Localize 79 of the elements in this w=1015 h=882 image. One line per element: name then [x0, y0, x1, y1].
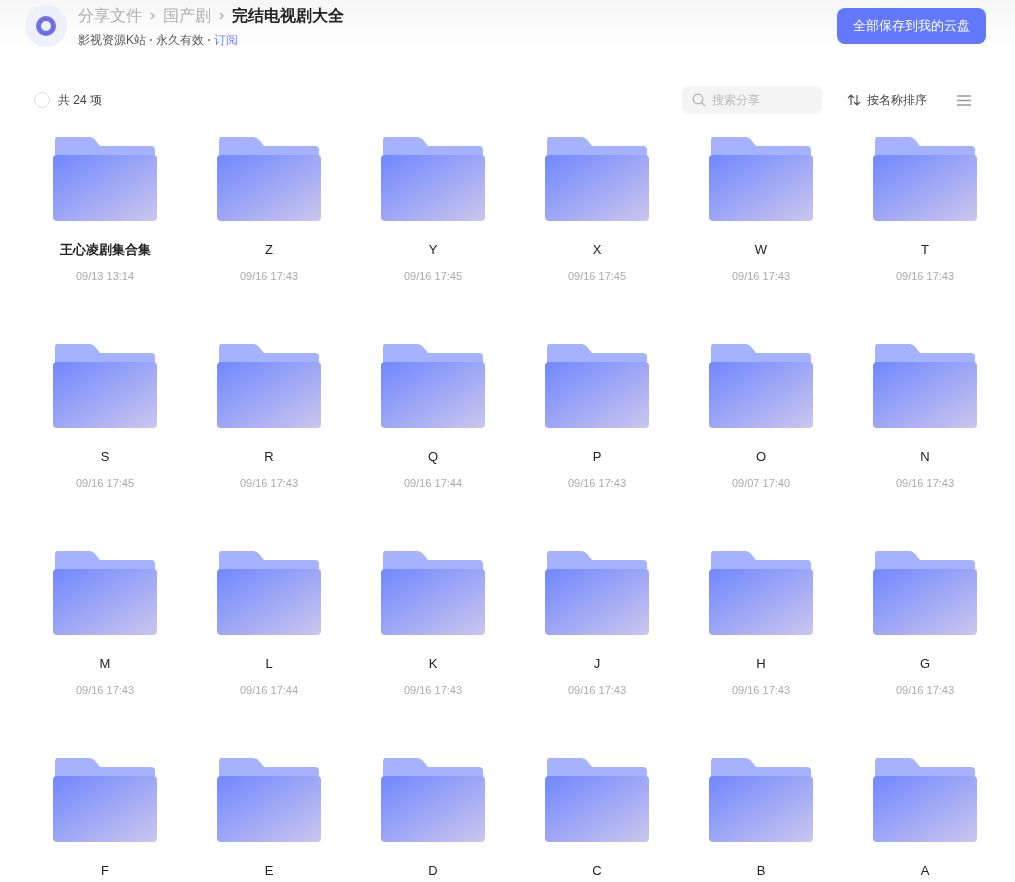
folder-date: 09/13 13:14: [75, 268, 135, 284]
menu-icon[interactable]: [957, 94, 971, 106]
folder-icon: [709, 551, 813, 636]
folder-date: 09/16 17:43: [567, 682, 627, 698]
folder-name[interactable]: X: [592, 240, 602, 260]
folder-date: 09/16 17:43: [895, 268, 955, 284]
search-icon: [692, 93, 706, 107]
folder-name[interactable]: L: [265, 654, 273, 674]
chevron-icon: [150, 11, 155, 20]
folder-date: 09/16 17:43: [895, 475, 955, 491]
folder-name[interactable]: B: [756, 861, 766, 881]
folder-icon: [873, 344, 977, 429]
chevron-icon: [219, 11, 224, 20]
folder-date: 09/16 17:43: [75, 682, 135, 698]
folder-date: 09/16 17:43: [895, 682, 955, 698]
folder-name[interactable]: N: [920, 447, 930, 467]
folder-name[interactable]: W: [754, 240, 768, 260]
folder-name[interactable]: F: [101, 861, 109, 881]
folder-date: 09/16 17:43: [403, 682, 463, 698]
folder-name[interactable]: O: [755, 447, 767, 467]
folder-icon: [709, 344, 813, 429]
folder-name[interactable]: C: [592, 861, 602, 881]
folder-icon: [381, 137, 485, 222]
save-all-button[interactable]: 全部保存到我的云盘: [837, 8, 986, 44]
folder-name[interactable]: K: [428, 654, 438, 674]
folder-name[interactable]: T: [921, 240, 929, 260]
folder-icon: [873, 137, 977, 222]
folder-icon: [53, 137, 157, 222]
folder-name[interactable]: G: [919, 654, 931, 674]
folder-name[interactable]: E: [264, 861, 274, 881]
folder-icon: [381, 551, 485, 636]
folder-name[interactable]: Z: [265, 240, 273, 260]
folder-name[interactable]: J: [593, 654, 601, 674]
folder-icon: [217, 344, 321, 429]
folder-date: 09/16 17:45: [75, 475, 135, 491]
folder-date: 09/16 17:45: [567, 268, 627, 284]
folder-icon: [53, 758, 157, 843]
validity-text: 永久有效: [156, 31, 204, 49]
sort-button[interactable]: 按名称排序: [847, 91, 927, 109]
breadcrumb-item: 完结电视剧大全: [232, 5, 344, 26]
folder-icon: [873, 758, 977, 843]
folder-name[interactable]: P: [592, 447, 602, 467]
item-count: 共 24 项: [58, 92, 102, 109]
folder-icon: [217, 551, 321, 636]
folder-name[interactable]: 王心凌剧集合集: [59, 240, 151, 260]
folder-icon: [545, 758, 649, 843]
folder-icon: [709, 137, 813, 222]
folder-date: 09/16 17:43: [731, 268, 791, 284]
folder-date: 09/16 17:44: [403, 475, 463, 491]
folder-icon: [709, 758, 813, 843]
folder-icon: [545, 137, 649, 222]
folder-name[interactable]: S: [100, 447, 110, 467]
folder-date: 09/16 17:43: [567, 475, 627, 491]
folder-icon: [873, 551, 977, 636]
folder-icon: [217, 758, 321, 843]
folder-date: 09/16 17:43: [731, 682, 791, 698]
folder-icon: [381, 344, 485, 429]
folder-name[interactable]: Y: [428, 240, 438, 260]
folder-icon: [53, 344, 157, 429]
folder-date: 09/16 17:45: [403, 268, 463, 284]
folder-icon: [381, 758, 485, 843]
folder-icon: [545, 551, 649, 636]
subscribe-link[interactable]: 订阅: [214, 30, 238, 49]
folder-name[interactable]: Q: [427, 447, 439, 467]
source-text: 影视资源K站: [78, 31, 146, 49]
folder-icon: [545, 344, 649, 429]
folder-name[interactable]: R: [264, 447, 274, 467]
logo-icon: [25, 5, 67, 47]
sort-arrows-icon: [847, 94, 861, 106]
folder-icon: [53, 551, 157, 636]
folder-date: 09/07 17:40: [731, 475, 791, 491]
folder-icon: [217, 137, 321, 222]
folder-name[interactable]: M: [99, 654, 111, 674]
folder-name[interactable]: D: [428, 861, 438, 881]
folder-date: 09/16 17:43: [239, 268, 299, 284]
folder-name[interactable]: H: [756, 654, 766, 674]
folder-date: 09/16 17:44: [239, 682, 299, 698]
folder-name[interactable]: A: [920, 861, 930, 881]
folder-date: 09/16 17:43: [239, 475, 299, 491]
